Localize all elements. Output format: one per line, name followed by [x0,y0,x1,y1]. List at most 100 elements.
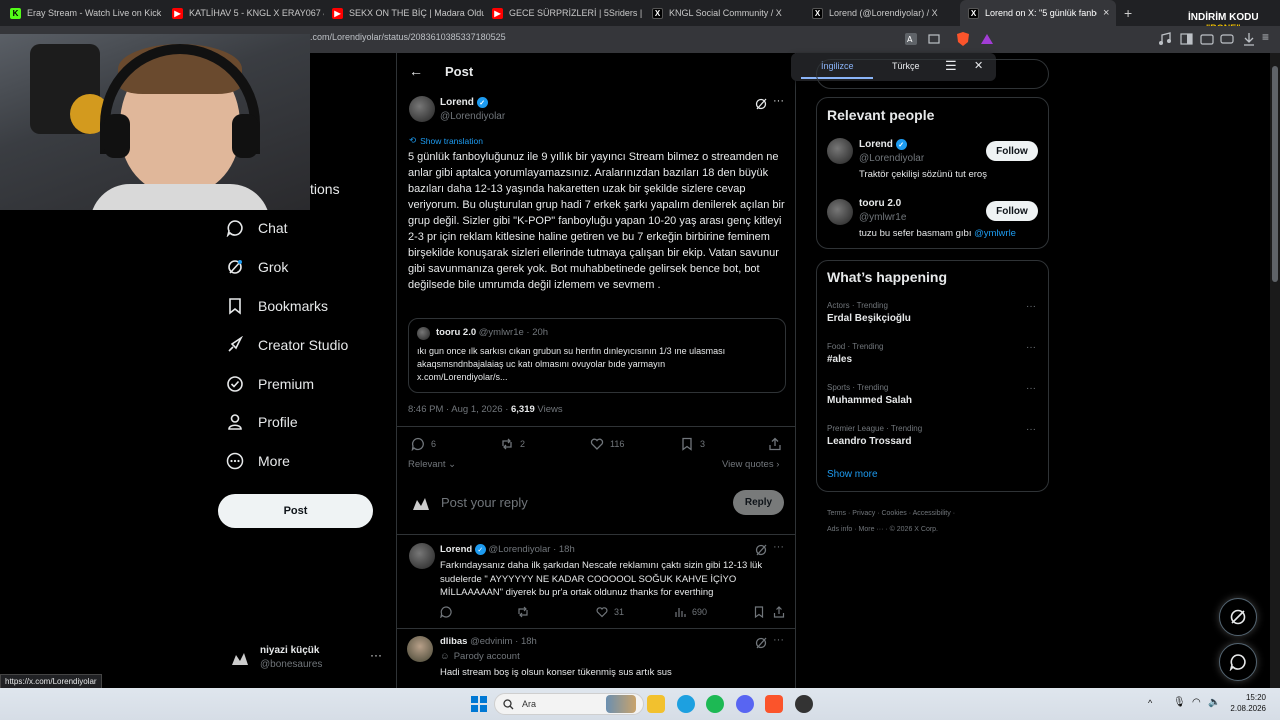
more-icon[interactable]: ··· [1026,342,1036,353]
repost-action[interactable] [517,606,529,618]
footer-link[interactable]: Privacy [852,510,875,517]
post-button[interactable]: Post [218,494,373,528]
nav-item-grok[interactable]: Grok [226,255,288,279]
more-icon[interactable]: ··· [1026,383,1036,394]
post-more-icon[interactable]: ··· [773,95,784,107]
avatar[interactable] [827,199,853,225]
nav-item-bookmarks[interactable]: Bookmarks [226,294,328,318]
nav-item-profile[interactable]: Profile [226,410,298,434]
footer-link[interactable]: Cookies [881,510,906,517]
quoted-post[interactable]: tooru 2.0 @ymlwr1e · 20h ıkı gun once ıl… [408,318,786,393]
back-arrow-icon[interactable]: ← [409,63,423,79]
account-more-icon[interactable]: ··· [370,648,382,662]
bookmark-action[interactable]: 3 [680,437,705,451]
footer-link[interactable]: Terms [827,510,846,517]
windows-start-icon[interactable] [470,695,488,713]
search-highlight-icon[interactable] [606,695,636,713]
share-action[interactable] [768,437,782,451]
browser-tab[interactable]: ▶ SEKX ON THE BİÇ | Madara Olduk # [324,0,484,26]
browser-tab[interactable]: ▶ KATLİHAV 5 - KNGL X ERAY067 & M [164,0,324,26]
view-quotes-link[interactable]: View quotes › [722,459,779,470]
browser-menu-icon[interactable]: ≡ [1262,30,1269,44]
reply-item[interactable]: Lorend ✓ @Lorendiyolar · 18h ··· Farkınd… [397,535,795,628]
follow-button[interactable]: Follow [986,201,1038,221]
browser-tab[interactable]: ▶ GECE SÜRPRİZLERİ | 5Sriders | Moto [484,0,644,26]
wifi-icon[interactable]: ◠ [1192,697,1201,708]
discord-icon[interactable] [736,695,754,713]
footer-link[interactable]: More ··· [859,526,884,533]
sidebar-icon[interactable] [1180,32,1194,46]
views-action[interactable]: 690 [674,606,707,618]
author-name[interactable]: Lorend ✓ [440,97,488,108]
page-scrollbar-thumb[interactable] [1272,66,1278,282]
volume-icon[interactable]: 🔈 [1208,697,1220,708]
avatar[interactable] [827,138,853,164]
grok-icon[interactable] [755,636,767,654]
cast-icon[interactable] [928,33,940,45]
avatar [407,636,433,662]
account-switcher[interactable]: niyazi küçük @bonesaures ··· [230,645,390,675]
close-tab-icon[interactable]: × [1103,7,1109,19]
vpn-icon[interactable] [1220,32,1234,46]
more-icon[interactable]: ··· [1026,301,1036,312]
show-more-link[interactable]: Show more [827,469,878,480]
mention-link[interactable]: @ymlwrle [974,228,1016,239]
trend-item[interactable]: Food · Trending #ales ··· [817,340,1048,380]
edge-icon[interactable] [677,695,695,713]
brave-icon[interactable] [765,695,783,713]
microphone-icon[interactable]: 🎙 [1173,697,1186,708]
nav-item-premium[interactable]: Premium [226,372,314,396]
nav-item-notifications-partial[interactable]: tions [310,181,340,197]
wallet-icon[interactable] [1200,32,1214,46]
nav-item-creator-studio[interactable]: Creator Studio [226,333,348,357]
show-translation-link[interactable]: ⟲ Show translation [409,135,483,146]
browser-tab-active[interactable]: X Lorend on X: "5 günlük fanboy × [960,0,1116,26]
bookmark-action[interactable] [753,606,765,618]
translate-icon[interactable]: A [904,32,918,46]
nav-item-more[interactable]: More [226,449,290,473]
trend-item[interactable]: Premier League · Trending Leandro Trossa… [817,422,1048,462]
reply-action[interactable] [440,606,452,618]
browser-tab[interactable]: K Eray Stream - Watch Live on Kick [2,0,162,26]
download-icon[interactable] [1242,32,1256,46]
verified-badge-icon: ✓ [476,97,488,108]
spotify-icon[interactable] [706,695,724,713]
author-avatar[interactable] [409,96,435,122]
music-icon[interactable] [1158,32,1172,46]
bookmark-icon [754,606,764,618]
footer-link[interactable]: Accessibility [913,510,951,517]
sort-dropdown[interactable]: Relevant ⌄ [408,459,456,470]
like-action[interactable]: 116 [590,437,624,451]
share-action[interactable] [773,606,785,618]
footer-link[interactable]: Ads info [827,526,852,533]
new-tab-icon[interactable]: + [1124,5,1132,21]
follow-button[interactable]: Follow [986,141,1038,161]
post-more-icon[interactable]: ··· [773,634,784,646]
tray-chevron-icon[interactable]: ^ [1148,698,1152,708]
steam-icon[interactable] [795,695,813,713]
system-clock[interactable]: 15:20 2.08.2026 [1226,692,1266,714]
trend-item[interactable]: Sports · Trending Muhammed Salah ··· [817,381,1048,421]
author-handle[interactable]: @Lorendiyolar [440,111,505,122]
brave-rewards-icon[interactable] [980,32,994,46]
search-box[interactable] [816,59,1049,89]
reply-button[interactable]: Reply [733,490,784,515]
grok-icon[interactable] [755,97,767,115]
file-explorer-icon[interactable] [647,695,665,713]
reply-action[interactable]: 6 [411,437,436,451]
brave-shield-icon[interactable] [956,31,970,47]
like-action[interactable]: 31 [596,606,624,618]
post-more-icon[interactable]: ··· [773,541,784,553]
url-field[interactable]: .com/Lorendiyolar/status/208361038533718… [310,32,506,42]
browser-tab[interactable]: X KNGL Social Community / X [644,0,804,26]
messages-fab[interactable] [1219,643,1257,681]
repost-action[interactable]: 2 [500,437,525,451]
more-icon[interactable]: ··· [1026,424,1036,435]
browser-tab[interactable]: X Lorend (@Lorendiyolar) / X [804,0,956,26]
heart-icon [590,438,604,450]
nav-item-chat[interactable]: Chat [226,216,288,240]
grok-fab[interactable] [1219,598,1257,636]
trend-item[interactable]: Actors · Trending Erdal Beşikçioğlu ··· [817,299,1048,339]
reply-item[interactable]: dlibas @edvinim · 18h ··· ☺ Parody accou… [397,629,795,688]
reply-input[interactable]: Post your reply [441,495,528,510]
